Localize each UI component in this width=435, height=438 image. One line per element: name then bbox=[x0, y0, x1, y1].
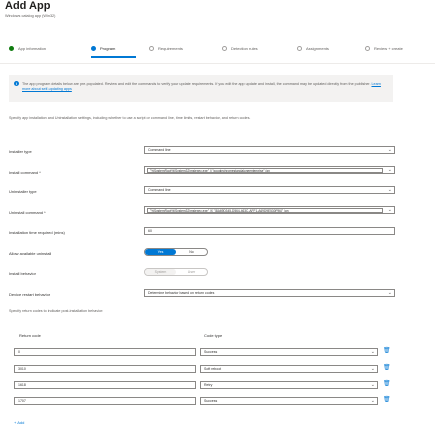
install-time-input[interactable]: 60 bbox=[144, 227, 395, 235]
step-label: Requirements bbox=[158, 46, 183, 51]
chevron-down-icon: ⌄ bbox=[370, 382, 375, 388]
step-requirements[interactable]: Requirements bbox=[149, 46, 183, 51]
step-review-create[interactable]: Review + create bbox=[365, 46, 403, 51]
return-code-column-header: Return code bbox=[19, 333, 41, 338]
page-title: Add App bbox=[5, 0, 51, 12]
step-program[interactable]: Program bbox=[91, 46, 115, 51]
step-number-icon bbox=[222, 46, 227, 51]
step-label: Review + create bbox=[374, 46, 403, 51]
return-codes-description: Specify return codes to indicate post-in… bbox=[9, 309, 104, 313]
step-detection-rules[interactable]: Detection rules bbox=[222, 46, 258, 51]
system-option: System bbox=[145, 269, 176, 275]
chevron-down-icon: ⌄ bbox=[387, 187, 392, 193]
step-app-information[interactable]: App information bbox=[9, 46, 46, 51]
delete-icon[interactable]: 🗑 bbox=[383, 364, 391, 371]
no-option[interactable]: No bbox=[176, 249, 207, 255]
info-text: The app program details below are pre-po… bbox=[22, 82, 381, 91]
step-label: Assignments bbox=[306, 46, 329, 51]
allow-uninstall-toggle[interactable]: Yes No bbox=[144, 248, 208, 256]
code-type-dropdown[interactable]: Soft reboot ⌄ bbox=[200, 365, 378, 373]
step-label: Detection rules bbox=[231, 46, 258, 51]
install-command-label: Install command * bbox=[9, 170, 41, 175]
return-code-input[interactable]: 3010 bbox=[14, 365, 196, 373]
step-number-icon bbox=[149, 46, 154, 51]
chevron-down-icon: ⌄ bbox=[370, 398, 375, 404]
uninstaller-type-label: Uninstaller type bbox=[9, 189, 37, 194]
delete-icon[interactable]: 🗑 bbox=[383, 347, 391, 354]
delete-icon[interactable]: 🗑 bbox=[383, 380, 391, 387]
code-type-dropdown[interactable]: Success ⌄ bbox=[200, 397, 378, 405]
step-assignments[interactable]: Assignments bbox=[297, 46, 329, 51]
step-label: App information bbox=[18, 46, 47, 51]
return-code-input[interactable]: 1707 bbox=[14, 397, 196, 405]
install-time-label: Installation time required (mins) bbox=[9, 230, 65, 235]
chevron-down-icon: ⌄ bbox=[370, 349, 375, 355]
restart-behavior-label: Device restart behavior bbox=[9, 292, 51, 297]
uninstaller-type-dropdown[interactable]: Command line ⌄ bbox=[144, 186, 395, 194]
restart-behavior-dropdown[interactable]: Determine behavior based on return codes… bbox=[144, 289, 395, 297]
install-behavior-label: Install behavior bbox=[9, 271, 36, 276]
check-icon bbox=[9, 46, 14, 51]
code-type-dropdown[interactable]: Retry ⌄ bbox=[200, 381, 378, 389]
divider bbox=[0, 63, 435, 64]
installer-type-label: Installer type bbox=[9, 149, 32, 154]
page-subtitle: Windows catalog app (Win32) bbox=[5, 14, 56, 18]
install-command-input[interactable]: "%SystemRoot%\System32\msiexec.exe" /i "… bbox=[147, 168, 383, 173]
return-code-input[interactable]: 0 bbox=[14, 348, 196, 356]
chevron-down-icon: ⌄ bbox=[370, 366, 375, 372]
add-return-code-link[interactable]: + Add bbox=[14, 420, 24, 425]
step-number-icon bbox=[365, 46, 370, 51]
section-description: Specify app installation and Uninstallat… bbox=[9, 116, 251, 120]
info-icon: i bbox=[14, 81, 19, 86]
return-code-input[interactable]: 1618 bbox=[14, 381, 196, 389]
active-step-indicator bbox=[91, 56, 136, 58]
user-option: User bbox=[187, 270, 196, 274]
uninstall-command-label: Uninstall command * bbox=[9, 210, 46, 215]
install-command-field[interactable]: "%SystemRoot%\System32\msiexec.exe" /i "… bbox=[144, 166, 395, 174]
step-label: Program bbox=[100, 46, 116, 51]
uninstall-command-field[interactable]: "%SystemRoot%\System32\msiexec.exe" /X "… bbox=[144, 206, 395, 214]
code-type-dropdown[interactable]: Success ⌄ bbox=[200, 348, 378, 356]
chevron-down-icon: ⌄ bbox=[387, 290, 392, 296]
chevron-down-icon: ⌄ bbox=[387, 207, 392, 213]
allow-uninstall-label: Allow available uninstall bbox=[9, 251, 52, 256]
chevron-down-icon: ⌄ bbox=[387, 147, 392, 153]
chevron-down-icon: ⌄ bbox=[387, 167, 392, 173]
yes-option[interactable]: Yes bbox=[145, 249, 176, 255]
uninstall-command-input[interactable]: "%SystemRoot%\System32\msiexec.exe" /X "… bbox=[147, 208, 383, 213]
code-type-column-header: Code type bbox=[204, 333, 223, 338]
install-behavior-toggle: System User bbox=[144, 268, 208, 276]
step-number-icon bbox=[297, 46, 302, 51]
step-number-icon bbox=[91, 46, 96, 51]
installer-type-dropdown[interactable]: Command line ⌄ bbox=[144, 146, 395, 154]
delete-icon[interactable]: 🗑 bbox=[383, 396, 391, 403]
